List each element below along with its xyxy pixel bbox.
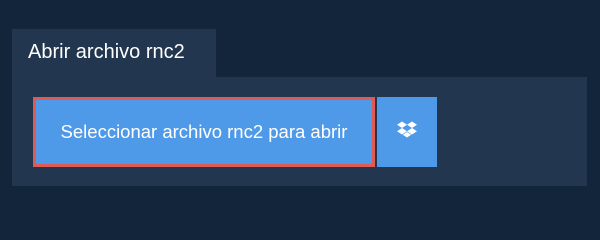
- tab-title: Abrir archivo rnc2: [28, 41, 185, 63]
- select-file-button[interactable]: Seleccionar archivo rnc2 para abrir: [33, 97, 375, 167]
- tab-open-file[interactable]: Abrir archivo rnc2: [12, 29, 216, 77]
- select-file-label: Seleccionar archivo rnc2 para abrir: [60, 121, 348, 142]
- dropbox-button[interactable]: [377, 97, 437, 167]
- dropbox-icon: [397, 120, 417, 145]
